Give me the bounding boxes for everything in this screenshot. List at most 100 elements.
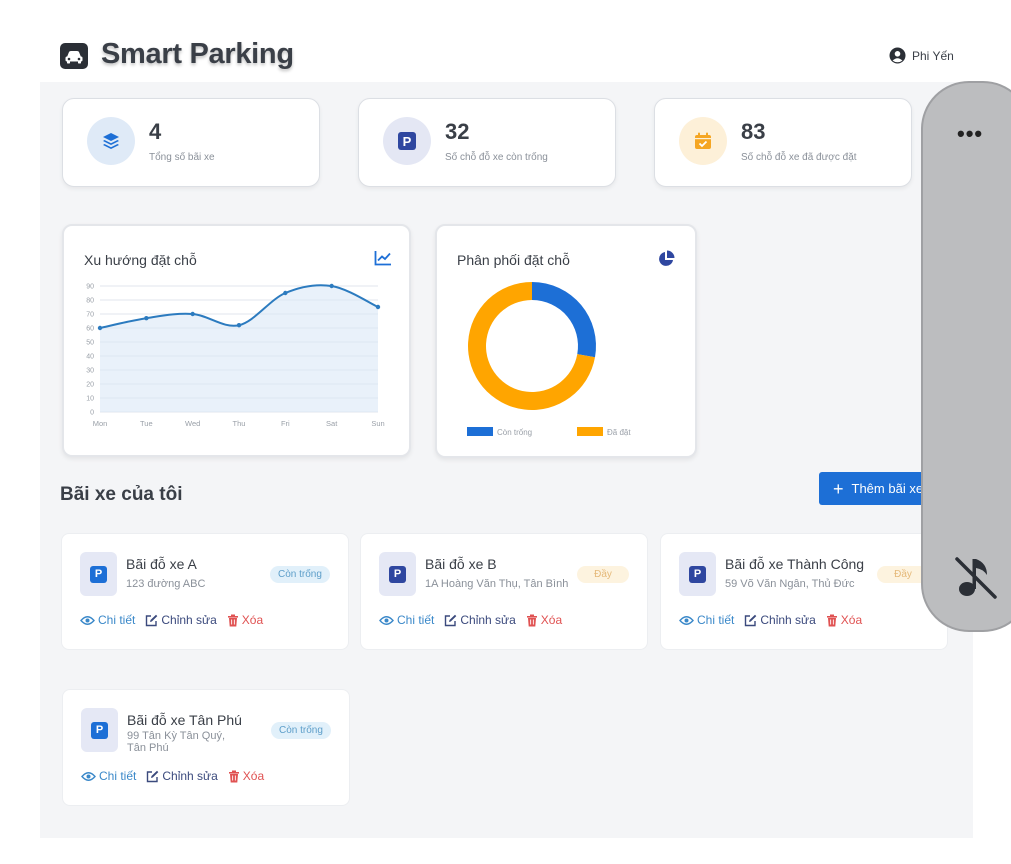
user-name: Phi Yến: [912, 48, 954, 63]
floating-side-panel[interactable]: •••: [921, 81, 1011, 632]
plus-icon: +: [833, 478, 844, 499]
lot-name: Bãi đỗ xe A: [126, 556, 197, 572]
parking-icon: P: [80, 552, 117, 596]
y-tick-label: 40: [86, 354, 94, 361]
data-point: [329, 283, 334, 289]
x-tick-label: Sun: [371, 419, 384, 428]
svg-text:P: P: [403, 134, 412, 149]
lot-address: 1A Hoàng Văn Thụ, Tân Bình: [425, 578, 569, 590]
status-badge: Còn trống: [271, 722, 331, 739]
stat-value: 32: [445, 119, 470, 144]
trash-icon: [227, 614, 238, 626]
trash-icon: [526, 614, 537, 626]
x-tick-label: Sat: [326, 419, 338, 428]
stat-card-free-spots: P 32 Số chỗ đỗ xe còn trống: [358, 98, 616, 187]
delete-link[interactable]: Xóa: [526, 613, 562, 627]
eye-icon: [679, 615, 694, 625]
stat-label: Tổng số bãi xe: [149, 152, 215, 163]
y-tick-label: 30: [86, 368, 94, 375]
stat-card-booked-spots: 83 Số chỗ đỗ xe đã được đặt: [654, 98, 912, 187]
eye-icon: [80, 615, 95, 625]
legend-swatch: [467, 427, 493, 436]
delete-link[interactable]: Xóa: [228, 769, 264, 783]
y-tick-label: 70: [86, 312, 94, 319]
donut-chart: Còn trống Đã đặt: [467, 282, 631, 437]
eye-icon: [379, 615, 394, 625]
lot-name: Bãi đỗ xe Tân Phú: [127, 712, 242, 728]
trash-icon: [228, 770, 239, 782]
parking-icon: P: [679, 552, 716, 596]
delete-link[interactable]: Xóa: [826, 613, 862, 627]
calendar-check-icon: [679, 117, 727, 165]
lot-actions: Chi tiết Chỉnh sửa Xóa: [80, 613, 263, 627]
x-tick-label: Tue: [140, 419, 153, 428]
detail-link[interactable]: Chi tiết: [679, 613, 734, 627]
lot-actions: Chi tiết Chỉnh sửa Xóa: [379, 613, 562, 627]
chart-title: Xu hướng đặt chỗ: [84, 252, 197, 268]
edit-icon: [147, 770, 159, 782]
trash-icon: [826, 614, 837, 626]
more-dots-icon[interactable]: •••: [957, 121, 983, 147]
lot-address: 123 đường ABC: [126, 578, 206, 590]
stat-value: 4: [149, 119, 162, 144]
header: Smart Parking Phi Yến: [0, 0, 1011, 82]
stat-value: 83: [741, 119, 766, 144]
y-tick-label: 10: [86, 396, 94, 403]
y-tick-label: 60: [86, 326, 94, 333]
delete-link[interactable]: Xóa: [227, 613, 263, 627]
detail-link[interactable]: Chi tiết: [80, 613, 135, 627]
y-tick-label: 0: [90, 410, 94, 417]
line-chart: 0 10 20 30 40 50 60 70 80 90 Mon Tue Wed Thu Fri Sat Sun: [86, 283, 384, 429]
parking-icon: P: [383, 117, 431, 165]
chart-pie-icon[interactable]: [657, 250, 675, 268]
legend-label: Còn trống: [497, 428, 532, 437]
status-badge: Còn trống: [270, 566, 330, 583]
user-icon: [889, 47, 906, 64]
detail-link[interactable]: Chi tiết: [379, 613, 434, 627]
chart-line-icon[interactable]: [374, 250, 392, 266]
detail-link[interactable]: Chi tiết: [81, 769, 136, 783]
distribution-chart-card: Phân phối đặt chỗ Còn trống Đã đặt: [435, 224, 697, 458]
y-tick-label: 80: [86, 298, 94, 305]
layers-icon: [87, 117, 135, 165]
x-tick-label: Thu: [233, 419, 246, 428]
x-tick-label: Wed: [185, 419, 200, 428]
y-tick-label: 50: [86, 340, 94, 347]
stat-label: Số chỗ đỗ xe đã được đặt: [741, 152, 857, 163]
lot-card[interactable]: P Bãi đỗ xe Tân Phú 99 Tân Kỳ Tân Quý, T…: [62, 689, 350, 806]
edit-link[interactable]: Chỉnh sửa: [744, 613, 816, 627]
series-area: [100, 285, 378, 412]
stat-card-total-lots: 4 Tổng số bãi xe: [62, 98, 320, 187]
lot-name: Bãi đỗ xe B: [425, 556, 497, 572]
parking-icon: P: [379, 552, 416, 596]
user-menu[interactable]: Phi Yến: [889, 47, 954, 64]
chart-title: Phân phối đặt chỗ: [457, 252, 570, 268]
y-tick-label: 20: [86, 382, 94, 389]
main-content: 4 Tổng số bãi xe P 32 Số chỗ đỗ xe còn t…: [40, 82, 973, 838]
lot-card[interactable]: P Bãi đỗ xe A 123 đường ABC Còn trống Ch…: [61, 533, 349, 650]
car-icon: [60, 43, 88, 69]
edit-icon: [445, 614, 457, 626]
data-point: [236, 323, 242, 328]
lot-actions: Chi tiết Chỉnh sửa Xóa: [679, 613, 862, 627]
trend-chart-card: Xu hướng đặt chỗ 0 10 20 30 40 50 60 70 80 90 Mon T…: [62, 224, 411, 457]
legend-swatch: [577, 427, 603, 436]
lot-card[interactable]: P Bãi đỗ xe B 1A Hoàng Văn Thụ, Tân Bình…: [360, 533, 648, 650]
edit-link[interactable]: Chỉnh sửa: [444, 613, 516, 627]
x-tick-label: Mon: [93, 419, 108, 428]
legend-label: Đã đặt: [607, 428, 631, 437]
music-off-icon[interactable]: [953, 553, 999, 603]
lot-actions: Chi tiết Chỉnh sửa Xóa: [81, 769, 264, 783]
x-tick-label: Fri: [281, 419, 290, 428]
lot-address-line2: Tân Phú: [127, 742, 169, 754]
stat-label: Số chỗ đỗ xe còn trống: [445, 152, 548, 163]
lot-card[interactable]: P Bãi đỗ xe Thành Công 59 Võ Văn Ngân, T…: [660, 533, 948, 650]
eye-icon: [81, 771, 96, 781]
data-point: [283, 290, 288, 296]
section-title: Bãi xe của tôi: [60, 484, 183, 505]
parking-icon: P: [81, 708, 118, 752]
status-badge: Đầy: [577, 566, 629, 583]
lot-address: 59 Võ Văn Ngân, Thủ Đức: [725, 578, 855, 590]
edit-link[interactable]: Chỉnh sửa: [145, 613, 217, 627]
edit-link[interactable]: Chỉnh sửa: [146, 769, 218, 783]
